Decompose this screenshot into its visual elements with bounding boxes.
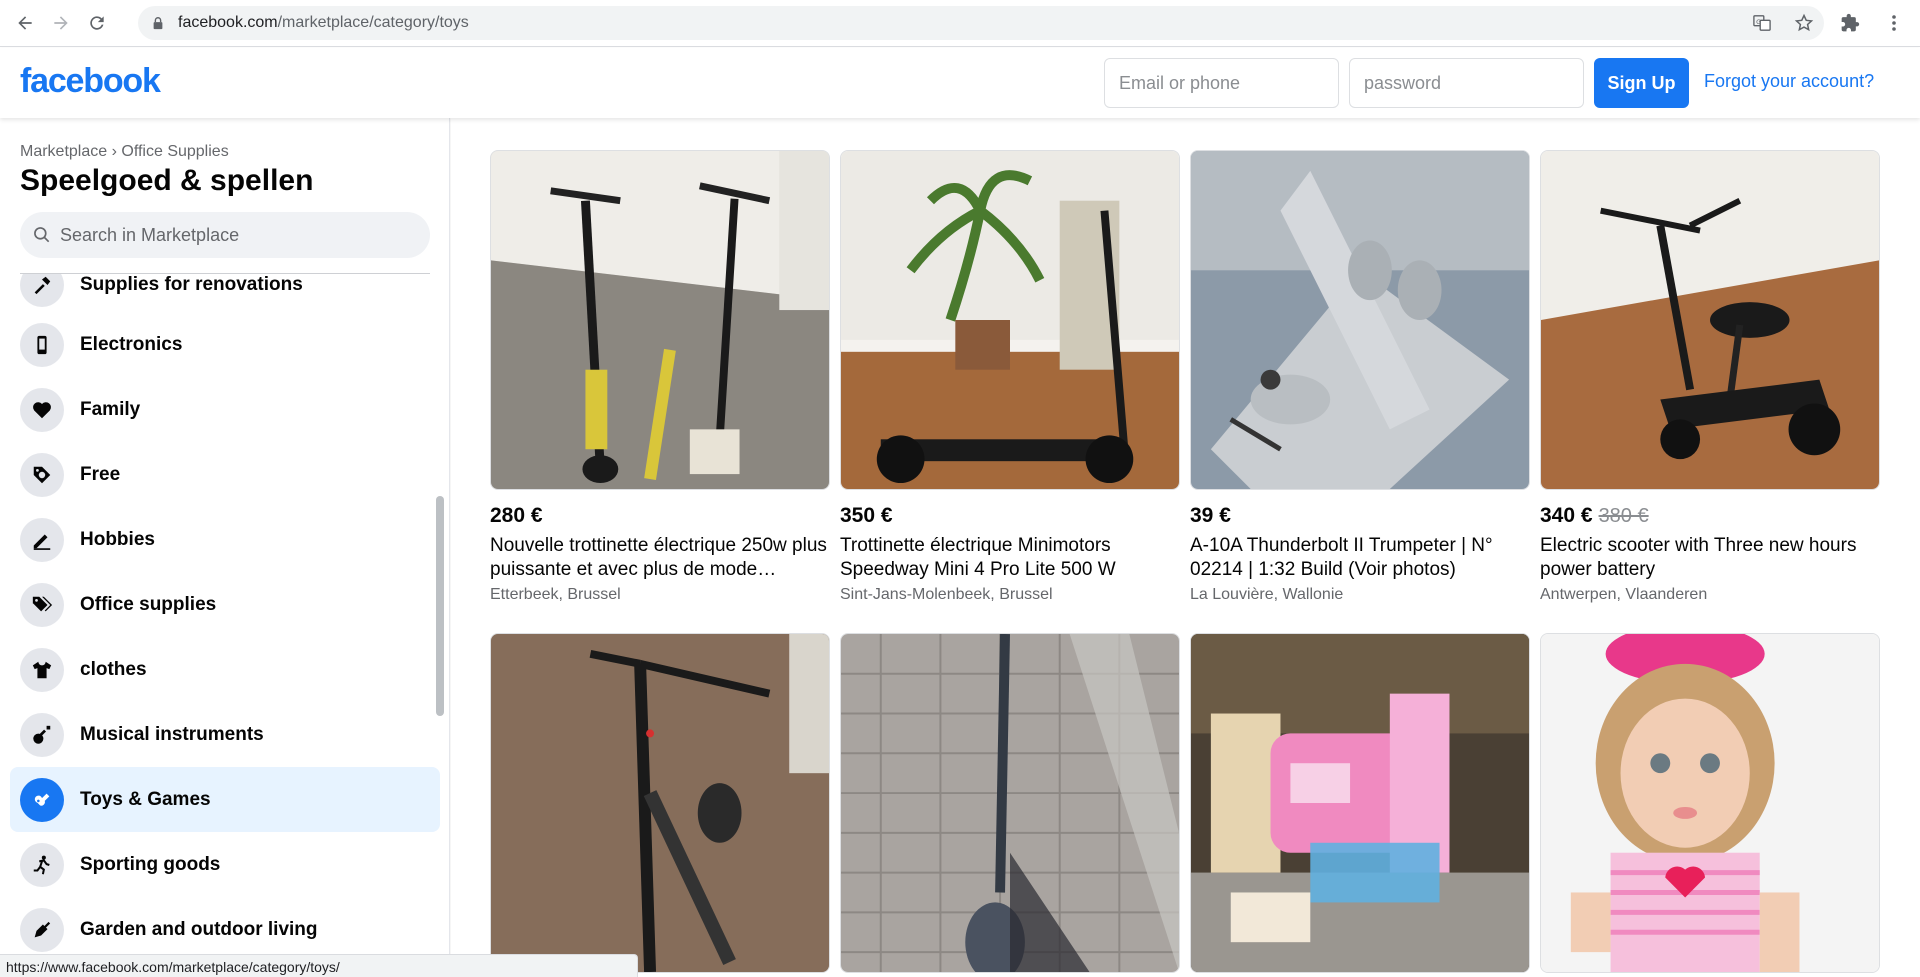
listing-photo[interactable]	[1540, 633, 1880, 973]
listing-photo[interactable]	[840, 633, 1180, 973]
sidebar-item-hobbies[interactable]: Hobbies	[10, 507, 440, 572]
marketplace-search[interactable]: Search in Marketplace	[20, 212, 430, 258]
tag-icon	[20, 452, 64, 497]
shovel-icon	[20, 907, 64, 952]
listing-title: Nouvelle trottinette électrique 250w plu…	[490, 535, 827, 580]
listing-photo[interactable]	[1190, 633, 1530, 973]
listing-location: La Louvière, Wallonie	[1190, 586, 1344, 603]
listing-card[interactable]: 340 €380 € Electric scooter with Three n…	[1540, 150, 1880, 604]
lock-icon	[150, 15, 166, 31]
sidebar-item-garden[interactable]: Garden and outdoor living	[10, 897, 440, 962]
sidebar-item-electronics[interactable]: Electronics	[10, 312, 440, 377]
sidebar-item-musical-instruments[interactable]: Musical instruments	[10, 702, 440, 767]
email-field[interactable]	[1104, 58, 1339, 108]
listing-title: A-10A Thunderbolt II Trumpeter | N° 0221…	[1190, 535, 1493, 580]
listing-card[interactable]	[1540, 633, 1880, 973]
sidebar-scrollbar[interactable]	[436, 496, 444, 716]
sidebar-item-clothes[interactable]: clothes	[10, 637, 440, 702]
link-status-bar: https://www.facebook.com/marketplace/cat…	[0, 954, 638, 977]
listing-grid: 280 € Nouvelle trottinette électrique 25…	[451, 118, 1920, 977]
category-sidebar: Marketplace › Office Supplies Speelgoed …	[0, 118, 450, 977]
listing-card[interactable]	[840, 633, 1180, 973]
gamepad-icon	[20, 777, 64, 822]
listing-location: Etterbeek, Brussel	[490, 586, 621, 603]
extensions-icon[interactable]	[1840, 13, 1860, 33]
listing-price: 280 €	[490, 504, 543, 527]
heart-icon	[20, 387, 64, 432]
hammer-icon	[20, 274, 64, 307]
phone-icon	[20, 322, 64, 367]
sidebar-item-label: Family	[80, 398, 141, 420]
sidebar-item-label: Office supplies	[80, 593, 217, 615]
facebook-logo[interactable]: facebook	[20, 62, 161, 101]
url-text: facebook.com/marketplace/category/toys	[178, 14, 469, 31]
sign-up-button[interactable]: Sign Up	[1594, 58, 1689, 108]
listing-location: Antwerpen, Vlaanderen	[1540, 586, 1708, 603]
sidebar-item-label: Toys & Games	[80, 788, 211, 810]
listing-photo[interactable]	[490, 633, 830, 973]
page-title: Speelgoed & spellen	[20, 164, 314, 197]
sidebar-item-label: Free	[80, 463, 121, 485]
sidebar-item-label: Garden and outdoor living	[80, 918, 318, 940]
sidebar-item-toys-games[interactable]: Toys & Games	[10, 767, 440, 832]
sidebar-item-label: clothes	[80, 658, 147, 680]
sidebar-item-label: Sporting goods	[80, 853, 221, 875]
sidebar-item-label: Hobbies	[80, 528, 155, 550]
address-bar[interactable]: facebook.com/marketplace/category/toys G	[138, 6, 1824, 40]
svg-text:G: G	[1756, 19, 1761, 26]
browser-toolbar: facebook.com/marketplace/category/toys G	[0, 0, 1920, 47]
listing-photo[interactable]	[1190, 150, 1530, 490]
sidebar-item-label: Electronics	[80, 333, 183, 355]
sidebar-item-label: Supplies for renovations	[80, 274, 303, 295]
listing-title: Electric scooter with Three new hours po…	[1540, 535, 1857, 580]
shirt-icon	[20, 647, 64, 692]
sidebar-item-label: Musical instruments	[80, 723, 264, 745]
search-input[interactable]: Search in Marketplace	[60, 225, 239, 246]
search-icon	[34, 227, 50, 243]
listing-price: 39 €	[1190, 504, 1231, 527]
listing-price: 340 €380 €	[1540, 504, 1880, 528]
listing-price: 350 €	[840, 504, 893, 527]
sidebar-item-free[interactable]: Free	[10, 442, 440, 507]
password-field[interactable]	[1349, 58, 1584, 108]
browser-menu-icon[interactable]	[1884, 13, 1904, 33]
category-list: Supplies for renovations Electronics Fam…	[0, 274, 440, 977]
site-header: facebook Sign Up Forgot your account?	[0, 48, 1920, 118]
current-price: 340 €	[1540, 504, 1593, 527]
listing-photo[interactable]	[490, 150, 830, 490]
back-icon[interactable]	[9, 7, 41, 39]
price-tags-icon	[20, 582, 64, 627]
listing-card[interactable]: 39 € A-10A Thunderbolt II Trumpeter | N°…	[1190, 150, 1530, 604]
listing-card[interactable]: 350 € Trottinette électrique Minimotors …	[840, 150, 1180, 604]
original-price: 380 €	[1598, 505, 1649, 527]
forgot-account-link[interactable]: Forgot your account?	[1704, 71, 1874, 92]
listing-card[interactable]	[490, 633, 830, 973]
forward-icon[interactable]	[45, 7, 77, 39]
running-icon	[20, 842, 64, 887]
sidebar-item-renovations[interactable]: Supplies for renovations	[10, 274, 440, 317]
sidebar-item-sporting-goods[interactable]: Sporting goods	[10, 832, 440, 897]
listing-title: Trottinette électrique Minimotors Speedw…	[840, 535, 1116, 580]
listing-card[interactable]	[1190, 633, 1530, 973]
pen-icon	[20, 517, 64, 562]
sidebar-item-office-supplies[interactable]: Office supplies	[10, 572, 440, 637]
listing-card[interactable]: 280 € Nouvelle trottinette électrique 25…	[490, 150, 830, 604]
translate-icon[interactable]: G	[1752, 13, 1772, 33]
listing-photo[interactable]	[1540, 150, 1880, 490]
sidebar-item-family[interactable]: Family	[10, 377, 440, 442]
guitar-icon	[20, 712, 64, 757]
breadcrumb[interactable]: Marketplace › Office Supplies	[20, 143, 229, 161]
listing-photo[interactable]	[840, 150, 1180, 490]
bookmark-star-icon[interactable]	[1794, 13, 1814, 33]
listing-location: Sint-Jans-Molenbeek, Brussel	[840, 586, 1053, 603]
reload-icon[interactable]	[81, 7, 113, 39]
